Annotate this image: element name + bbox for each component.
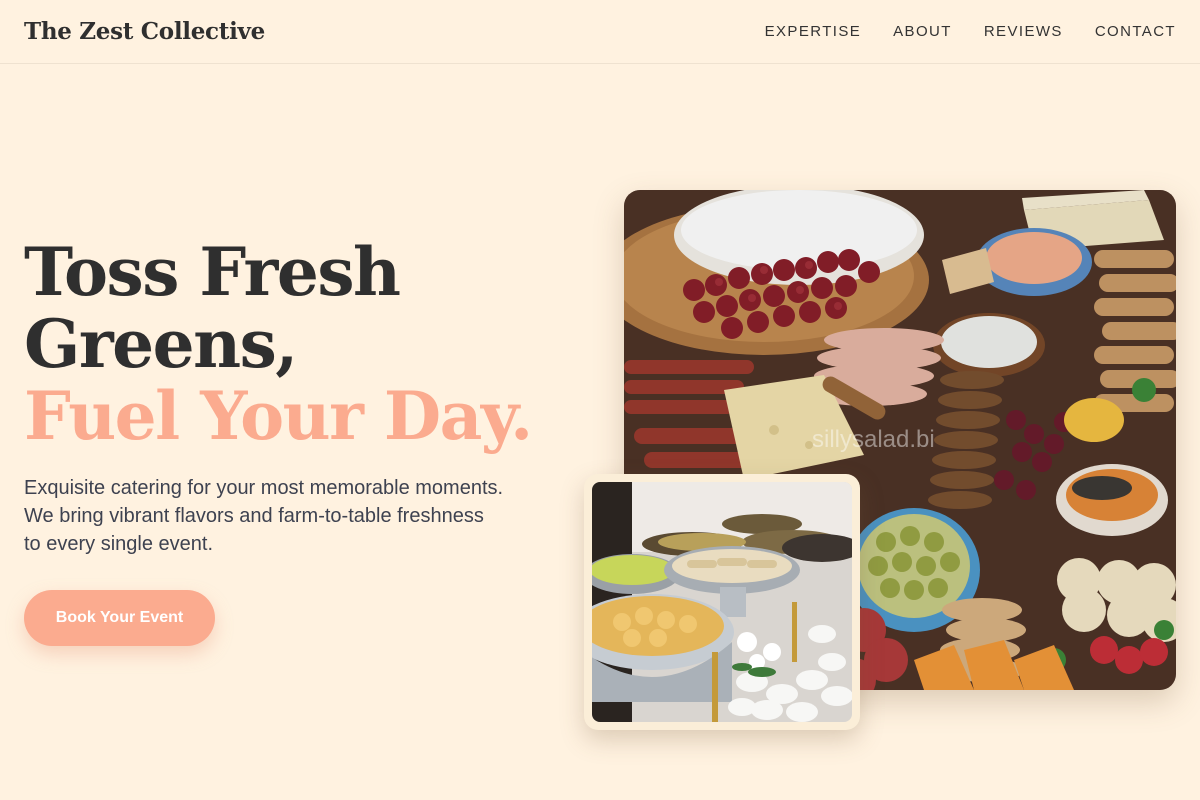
buffet-photo-frame [584,474,860,730]
site-header: The Zest Collective EXPERTISE ABOUT REVI… [0,0,1200,64]
hero-headline: Toss Fresh Greens, Fuel Your Day. [24,233,533,455]
brand-logo-text[interactable]: The Zest Collective [24,18,265,45]
hero-tagline: Exquisite catering for your most memorab… [24,474,564,558]
main-nav: EXPERTISE ABOUT REVIEWS CONTACT [765,23,1176,40]
tagline-line-3: to every single event. [24,533,213,555]
nav-link-about[interactable]: ABOUT [893,23,952,40]
photo-watermark: sillysalad.bi [812,426,935,453]
headline-accent-line: Fuel Your Day. [24,377,533,455]
headline-line-1: Toss Fresh [24,233,401,311]
tagline-line-2: We bring vibrant flavors and farm-to-tab… [24,505,484,527]
buffet-illustration [592,482,852,722]
nav-link-reviews[interactable]: REVIEWS [984,23,1063,40]
book-event-button[interactable]: Book Your Event [24,590,215,646]
headline-line-2: Greens, [24,305,298,383]
buffet-chafing-dishes-photo [592,482,852,722]
nav-link-contact[interactable]: CONTACT [1095,23,1176,40]
tagline-line-1: Exquisite catering for your most memorab… [24,477,504,499]
nav-link-expertise[interactable]: EXPERTISE [765,23,862,40]
